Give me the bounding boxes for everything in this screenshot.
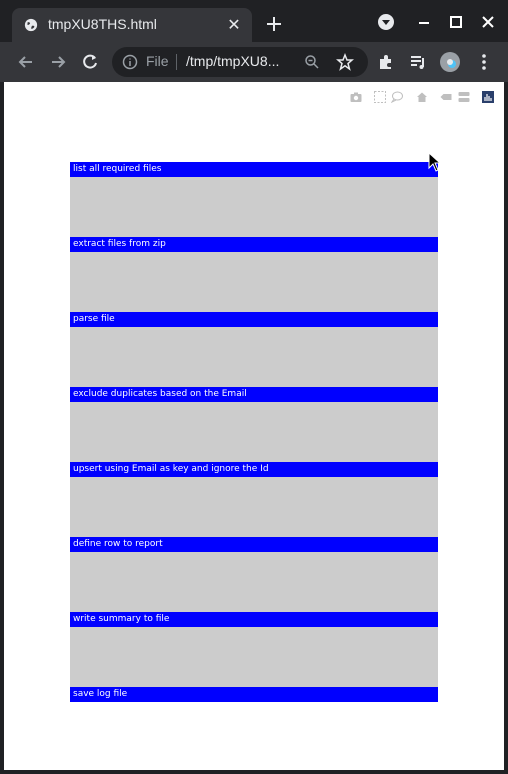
home-icon[interactable] xyxy=(416,91,428,103)
label-icon[interactable] xyxy=(440,91,452,103)
flow-step-title: exclude duplicates based on the Email xyxy=(70,387,438,402)
flow-step: parse file xyxy=(70,312,438,387)
flow-step: upsert using Email as key and ignore the… xyxy=(70,462,438,537)
flow-step: exclude duplicates based on the Email xyxy=(70,387,438,462)
flow-diagram: list all required files extract files fro… xyxy=(70,162,438,702)
menu-icon[interactable] xyxy=(474,52,494,72)
tab-title: tmpXU8THS.html xyxy=(48,16,157,32)
flow-step: extract files from zip xyxy=(70,237,438,312)
browser-tab[interactable]: tmpXU8THS.html ✕ xyxy=(12,8,252,42)
camera-icon[interactable] xyxy=(350,91,362,103)
reload-icon[interactable] xyxy=(80,52,100,72)
flow-step-body xyxy=(70,477,438,537)
flow-step-title: parse file xyxy=(70,312,438,327)
bookmark-star-icon[interactable] xyxy=(336,53,354,71)
tab-search-icon[interactable] xyxy=(376,12,396,32)
flow-step: save log file xyxy=(70,687,438,702)
selection-icon[interactable] xyxy=(374,91,386,103)
comment-icon[interactable] xyxy=(391,91,403,103)
flow-step-body xyxy=(70,627,438,687)
page-viewport: list all required files extract files fro… xyxy=(4,82,504,770)
flow-step: write summary to file xyxy=(70,612,438,687)
chart-icon[interactable] xyxy=(482,91,494,103)
browser-toolbar: File /tmp/tmpXU8... xyxy=(0,42,508,82)
url-scheme: File xyxy=(146,53,169,69)
back-icon[interactable] xyxy=(16,52,36,72)
extensions-icon[interactable] xyxy=(376,52,396,72)
flow-step-title: define row to report xyxy=(70,537,438,552)
flow-step: define row to report xyxy=(70,537,438,612)
new-tab-icon[interactable] xyxy=(264,14,284,34)
flow-step-title: extract files from zip xyxy=(70,237,438,252)
flow-step: list all required files xyxy=(70,162,438,237)
reading-list-icon[interactable] xyxy=(408,52,428,72)
avatar[interactable] xyxy=(440,52,460,72)
info-icon[interactable] xyxy=(122,54,138,70)
url-text[interactable]: /tmp/tmpXU8... xyxy=(186,53,279,69)
flow-step-title: list all required files xyxy=(70,162,438,177)
minimize-icon[interactable] xyxy=(414,12,434,32)
flow-step-title: upsert using Email as key and ignore the… xyxy=(70,462,438,477)
flow-step-body xyxy=(70,327,438,387)
flow-step-body xyxy=(70,402,438,462)
stack-icon[interactable] xyxy=(458,91,470,103)
forward-icon[interactable] xyxy=(48,52,68,72)
close-window-icon[interactable] xyxy=(478,12,498,32)
flow-step-body xyxy=(70,552,438,612)
omnibox-divider xyxy=(176,54,177,70)
flow-step-body xyxy=(70,252,438,312)
flow-step-body xyxy=(70,177,438,237)
maximize-icon[interactable] xyxy=(446,12,466,32)
globe-icon xyxy=(24,18,38,32)
mouse-cursor xyxy=(428,152,442,172)
address-bar[interactable]: File /tmp/tmpXU8... xyxy=(112,47,368,77)
close-tab-icon[interactable]: ✕ xyxy=(226,17,242,33)
zoom-icon[interactable] xyxy=(304,54,320,70)
flow-step-title: save log file xyxy=(70,687,438,702)
tab-strip: tmpXU8THS.html ✕ xyxy=(0,0,508,42)
flow-step-title: write summary to file xyxy=(70,612,438,627)
